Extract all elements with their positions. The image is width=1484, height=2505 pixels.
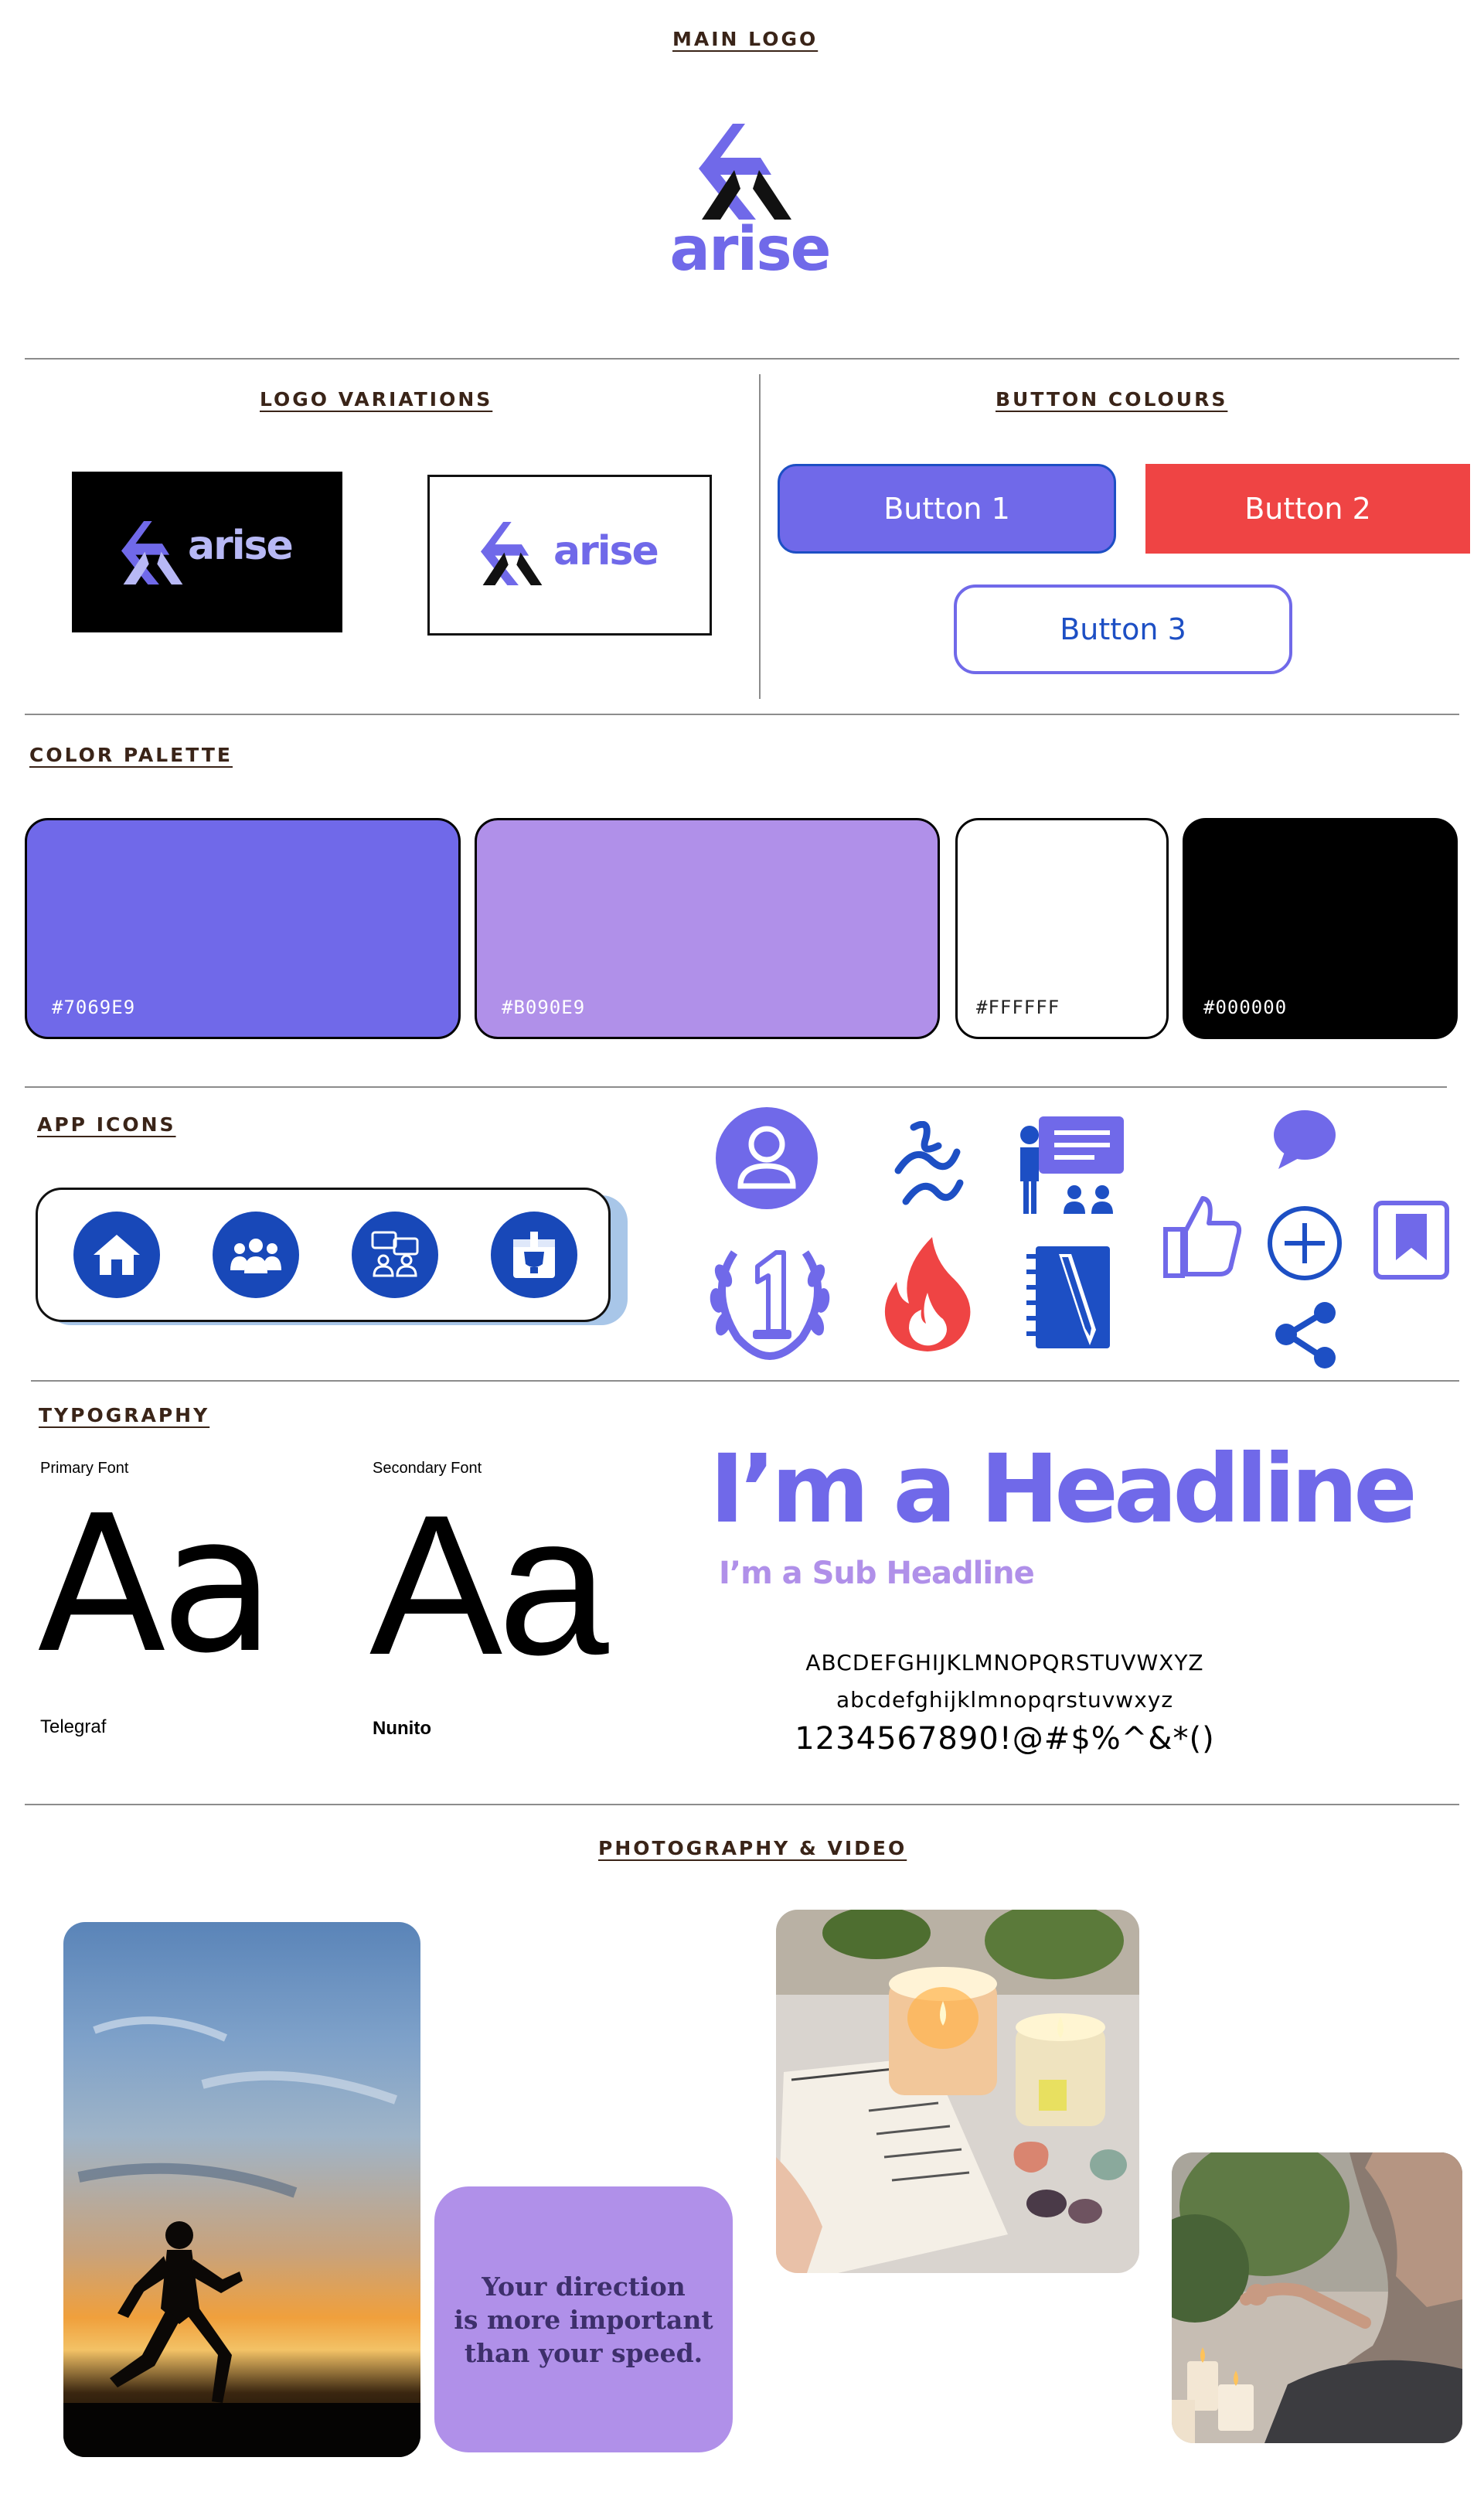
arise-mark-icon [121, 520, 183, 585]
dark-logo-wordmark: arise [188, 523, 294, 569]
numbers-symbols: 1234567890!@#$%^&*() [795, 1721, 1215, 1757]
main-logo-wordmark: arise [669, 215, 831, 285]
main-logo: arise [665, 124, 832, 286]
chat-bubble-icon[interactable] [1271, 1107, 1339, 1171]
swatch-lavender: #B090E9 [475, 818, 940, 1039]
divider [25, 358, 1459, 360]
subheadline-sample: I’m a Sub Headline [719, 1556, 1035, 1591]
trophy-icon[interactable] [491, 1212, 577, 1298]
notebook-pen-icon[interactable] [1022, 1243, 1118, 1351]
secondary-font-sample: Aa [369, 1473, 609, 1696]
fire-icon[interactable] [878, 1234, 977, 1353]
button-3[interactable]: Button 3 [954, 584, 1292, 674]
swatch-white: #FFFFFF [955, 818, 1169, 1039]
group-icon[interactable] [213, 1212, 299, 1298]
secondary-font-name: Nunito [373, 1718, 431, 1739]
home-icon[interactable] [73, 1212, 160, 1298]
light-logo-wordmark: arise [553, 528, 659, 574]
candles-journal-photo [776, 1910, 1139, 2273]
swatch-hex-label: #B090E9 [502, 997, 586, 1018]
share-icon[interactable] [1272, 1300, 1340, 1370]
meeting-icon[interactable] [352, 1212, 438, 1298]
section-title-typography: TYPOGRAPHY [39, 1404, 210, 1426]
primary-font-name: Telegraf [40, 1716, 107, 1737]
quote-line: than your speed. [464, 2337, 703, 2368]
swatch-black: #000000 [1183, 818, 1458, 1039]
section-title-main-logo: MAIN LOGO [672, 28, 819, 50]
meditation-photo [1172, 2152, 1462, 2443]
plus-circle-icon[interactable] [1266, 1205, 1343, 1282]
section-title-photography: PHOTOGRAPHY & VIDEO [598, 1837, 907, 1859]
section-title-color-palette: COLOR PALETTE [29, 744, 233, 766]
section-title-button-colours: BUTTON COLOURS [996, 388, 1228, 411]
divider [25, 714, 1459, 715]
swatch-purple: #7069E9 [25, 818, 461, 1039]
button-1[interactable]: Button 1 [778, 464, 1116, 554]
quote-line: is more important [454, 2304, 713, 2335]
quote-line: Your direction [482, 2271, 686, 2302]
logo-variation-light: arise [427, 475, 712, 636]
headline-sample: I’m a Headline [710, 1434, 1418, 1544]
presentation-icon[interactable] [1013, 1112, 1127, 1220]
divider [25, 1086, 1447, 1088]
runner-photo [63, 1922, 420, 2457]
button-2[interactable]: Button 2 [1145, 464, 1470, 554]
icon-bar [36, 1188, 611, 1322]
thumbs-up-icon[interactable] [1162, 1192, 1243, 1279]
lowercase-alphabet: abcdefghijklmnopqrstuvwxyz [836, 1687, 1174, 1713]
uppercase-alphabet: ABCDEFGHIJKLMNOPQRSTUVWXYZ [805, 1650, 1204, 1675]
first-place-laurel-icon[interactable] [703, 1229, 836, 1362]
swatch-hex-label: #7069E9 [52, 997, 136, 1018]
squiggle-icon[interactable] [883, 1121, 969, 1218]
quote-card: Your direction is more important than yo… [434, 2186, 733, 2452]
logo-variation-dark: arise [72, 472, 342, 632]
swatch-hex-label: #000000 [1203, 997, 1288, 1018]
section-title-app-icons: APP ICONS [37, 1113, 176, 1136]
primary-font-sample: Aa [37, 1475, 275, 1695]
arise-mark-icon [480, 521, 543, 586]
divider-vertical [759, 374, 761, 699]
section-title-logo-variations: LOGO VARIATIONS [260, 388, 493, 411]
divider [31, 1380, 1459, 1382]
user-profile-icon[interactable] [714, 1106, 819, 1211]
arise-mark-icon [699, 124, 791, 220]
bookmark-icon[interactable] [1373, 1200, 1450, 1280]
swatch-hex-label: #FFFFFF [976, 997, 1060, 1018]
divider [25, 1804, 1459, 1805]
